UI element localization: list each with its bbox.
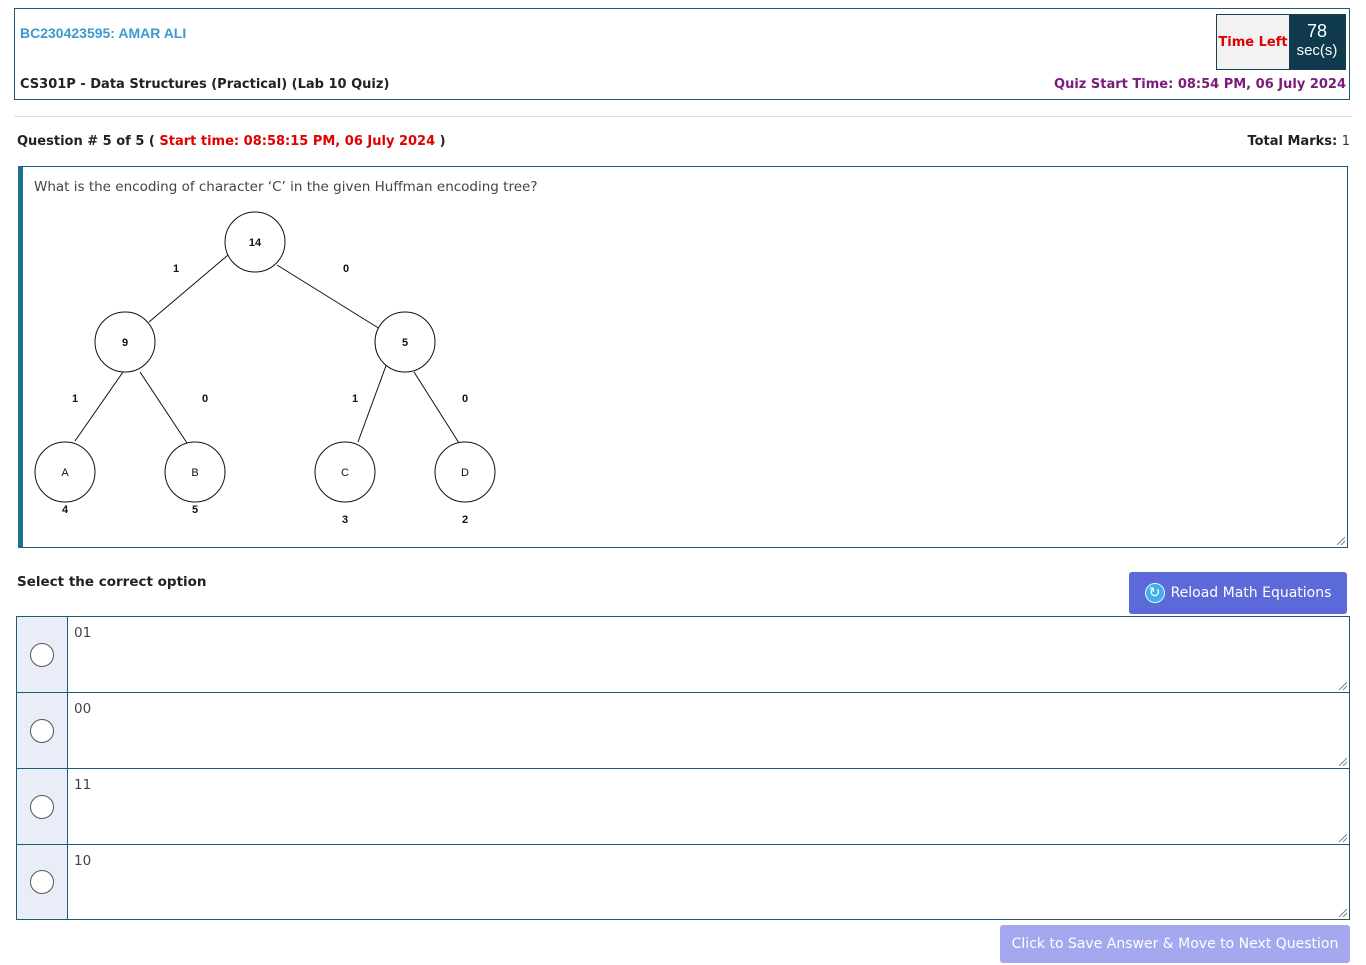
option-radio[interactable] [30, 718, 54, 743]
question-box: What is the encoding of character ‘C’ in… [18, 166, 1348, 548]
total-marks-label: Total Marks: [1247, 134, 1338, 149]
countdown-timer: Time Left 78 sec(s) [1216, 14, 1346, 70]
tree-edge [276, 264, 381, 330]
divider [14, 116, 1352, 117]
node-weight: 2 [462, 514, 468, 526]
timer-seconds: 78 [1306, 21, 1328, 41]
question-start-time: Start time: 08:58:15 PM, 06 July 2024 [159, 134, 436, 149]
node-weight: 4 [62, 504, 69, 516]
reload-math-button[interactable]: ↻ Reload Math Equations [1129, 572, 1347, 614]
total-marks: Total Marks: 1 [1247, 134, 1350, 149]
option-text[interactable]: 11 [68, 769, 1349, 844]
option-text[interactable]: 10 [68, 845, 1349, 919]
node-label: D [461, 467, 469, 479]
option-value: 00 [74, 701, 92, 717]
option-radio-cell [17, 617, 68, 692]
resize-handle-icon[interactable] [1339, 834, 1347, 842]
edge-label: 1 [352, 393, 358, 405]
select-option-label: Select the correct option [17, 574, 207, 590]
resize-handle-icon[interactable] [1339, 909, 1347, 917]
edge-label: 0 [462, 393, 468, 405]
edge-label: 1 [72, 393, 78, 405]
option-radio-cell [17, 769, 68, 844]
option-row: 10 [16, 844, 1350, 920]
node-label: 5 [402, 337, 408, 349]
option-radio-cell [17, 845, 68, 919]
timer-unit: sec(s) [1296, 42, 1338, 59]
option-row: 11 [16, 768, 1350, 844]
reload-math-label: Reload Math Equations [1170, 585, 1332, 601]
tree-edge [74, 371, 124, 442]
student-id-name: BC230423595: AMAR ALI [20, 25, 187, 41]
total-marks-value: 1 [1341, 134, 1350, 149]
edge-label: 0 [202, 393, 208, 405]
edge-label: 0 [343, 263, 349, 275]
option-row: 01 [16, 616, 1350, 692]
save-next-button[interactable]: Click to Save Answer & Move to Next Ques… [1000, 925, 1350, 963]
edge-label: 1 [173, 263, 179, 275]
option-value: 01 [74, 625, 92, 641]
node-label: 14 [249, 237, 262, 249]
course-title: CS301P - Data Structures (Practical) (La… [20, 77, 390, 92]
refresh-icon: ↻ [1144, 583, 1165, 603]
option-row: 00 [16, 692, 1350, 768]
node-label: A [61, 467, 69, 479]
resize-handle-icon[interactable] [1339, 682, 1347, 690]
option-radio[interactable] [30, 642, 54, 667]
option-text[interactable]: 00 [68, 693, 1349, 768]
node-weight: 5 [192, 504, 198, 516]
node-weight: 3 [342, 514, 348, 526]
question-number: Question # 5 of 5 ( [17, 134, 155, 149]
timer-value-box: 78 sec(s) [1289, 15, 1345, 69]
huffman-tree-diagram: 1 0 1 0 1 0 14 9 5 A 4 B 5 C 3 D 2 [34, 211, 496, 526]
node-label: 9 [122, 337, 128, 349]
option-text[interactable]: 01 [68, 617, 1349, 692]
options-list: 01 00 11 10 [16, 616, 1350, 920]
option-value: 10 [74, 853, 92, 869]
quiz-start-time: Quiz Start Time: 08:54 PM, 06 July 2024 [1054, 77, 1346, 92]
option-radio[interactable] [30, 870, 54, 894]
tree-edge [413, 371, 460, 444]
option-value: 11 [74, 777, 92, 793]
close-paren: ) [439, 134, 446, 149]
question-header: Question # 5 of 5 ( Start time: 08:58:15… [17, 134, 446, 149]
resize-handle-icon[interactable] [1337, 537, 1345, 545]
tree-edge [148, 254, 229, 323]
timer-label: Time Left [1217, 15, 1289, 69]
quiz-header: BC230423595: AMAR ALI CS301P - Data Stru… [14, 8, 1350, 100]
node-label: C [341, 467, 349, 479]
tree-edge [357, 362, 388, 443]
resize-handle-icon[interactable] [1339, 758, 1347, 766]
tree-edge [139, 371, 188, 444]
node-label: B [191, 467, 198, 479]
option-radio-cell [17, 693, 68, 768]
option-radio[interactable] [30, 794, 54, 819]
